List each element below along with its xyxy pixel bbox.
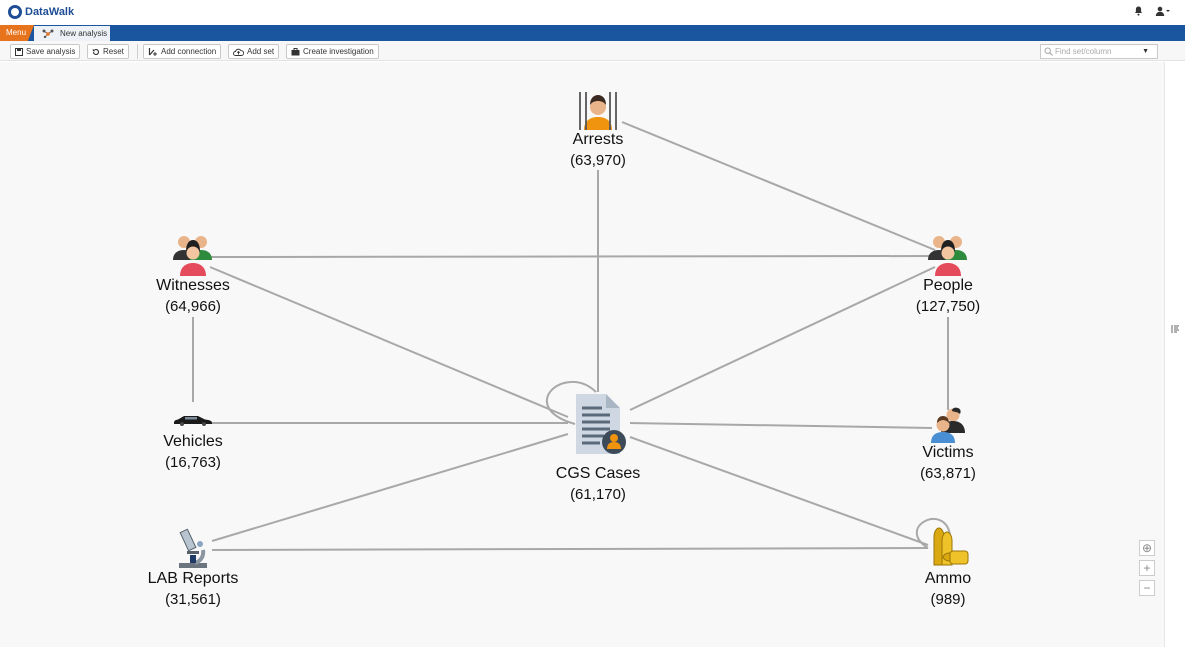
node-vehicles[interactable]: Vehicles (16,763) <box>123 414 263 474</box>
node-cgs-cases[interactable]: CGS Cases (61,170) <box>528 392 668 506</box>
victims-icon <box>931 407 965 443</box>
add-set-button[interactable]: Add set <box>228 44 280 59</box>
people-group-icon <box>173 236 212 276</box>
node-lab-reports[interactable]: LAB Reports (31,561) <box>123 527 263 611</box>
node-people-label: People <box>923 277 973 294</box>
node-arrests-label: Arrests <box>572 131 624 148</box>
node-victims-count: (63,871) <box>920 465 976 482</box>
zoom-out-button[interactable]: − <box>1139 580 1155 596</box>
node-ammo-label: Ammo <box>924 570 972 587</box>
edge-arrests-people[interactable] <box>621 121 936 251</box>
people-group-icon <box>928 236 967 276</box>
node-lab-reports-count: (31,561) <box>165 591 221 608</box>
node-people-count: (127,750) <box>915 298 981 315</box>
search-icon <box>1044 47 1053 56</box>
search-placeholder: Find set/column <box>1055 47 1112 56</box>
app-name: DataWalk <box>25 6 75 18</box>
node-victims[interactable]: Victims (63,871) <box>878 407 1018 485</box>
create-investigation-label: Create investigation <box>303 47 374 56</box>
node-arrests[interactable]: Arrests (63,970) <box>528 90 668 172</box>
top-bar: DataWalk <box>0 0 1185 25</box>
save-icon <box>15 47 23 56</box>
minus-icon: − <box>1143 581 1151 595</box>
toolbar: Save analysis Reset Add connection Add s… <box>0 41 1185 61</box>
add-connection-button[interactable]: Add connection <box>143 44 222 59</box>
add-connection-label: Add connection <box>161 47 217 56</box>
edge-witnesses-cases[interactable] <box>209 266 569 418</box>
recenter-button[interactable]: ⊕ <box>1139 540 1155 556</box>
reset-icon <box>92 48 99 55</box>
node-cgs-cases-count: (61,170) <box>570 486 626 503</box>
node-vehicles-count: (16,763) <box>165 454 221 471</box>
reset-button[interactable]: Reset <box>87 44 129 59</box>
toolbar-divider <box>137 44 138 59</box>
zoom-in-button[interactable]: + <box>1139 560 1155 576</box>
node-ammo[interactable]: Ammo (989) <box>878 527 1018 611</box>
prisoner-icon <box>579 92 617 130</box>
plus-icon: + <box>1143 561 1151 575</box>
tab-new-analysis[interactable]: New analysis <box>34 26 110 41</box>
analysis-graph-icon <box>42 29 54 38</box>
panel-toggle-icon[interactable] <box>1171 324 1180 334</box>
edge-lab-ammo[interactable] <box>211 547 929 551</box>
user-menu-icon[interactable] <box>1155 6 1171 16</box>
case-document-icon <box>576 394 626 454</box>
right-side-panel <box>1164 62 1185 647</box>
tab-new-analysis-label: New analysis <box>60 29 108 38</box>
create-investigation-button[interactable]: Create investigation <box>286 44 379 59</box>
edge-witnesses-people[interactable] <box>209 255 936 258</box>
node-cgs-cases-label: CGS Cases <box>555 465 641 482</box>
edge-cases-lab[interactable] <box>211 433 569 542</box>
car-icon <box>174 416 212 426</box>
node-witnesses-count: (64,966) <box>165 298 221 315</box>
chevron-down-icon[interactable]: ▼ <box>1142 45 1149 58</box>
save-analysis-button[interactable]: Save analysis <box>10 44 81 59</box>
recenter-icon: ⊕ <box>1141 541 1153 555</box>
find-set-search[interactable]: Find set/column ▼ <box>1040 44 1158 59</box>
briefcase-icon <box>291 47 300 55</box>
node-victims-label: Victims <box>922 444 974 461</box>
reset-label: Reset <box>103 47 124 56</box>
add-connection-icon <box>148 48 157 56</box>
node-ammo-count: (989) <box>930 591 966 608</box>
datawalk-logo-icon <box>8 5 22 19</box>
app-logo[interactable]: DataWalk <box>8 5 74 19</box>
node-witnesses-label: Witnesses <box>156 277 230 294</box>
node-people[interactable]: People (127,750) <box>878 234 1018 318</box>
save-analysis-label: Save analysis <box>26 47 76 56</box>
graph-canvas[interactable]: Arrests (63,970) Witnesses (64,966) Peop… <box>0 62 1164 647</box>
menu-tab[interactable]: Menu <box>0 25 34 41</box>
node-vehicles-label: Vehicles <box>163 433 223 450</box>
node-arrests-count: (63,970) <box>570 152 626 169</box>
node-lab-reports-label: LAB Reports <box>147 570 239 587</box>
notifications-bell-icon[interactable] <box>1134 6 1143 16</box>
add-set-label: Add set <box>247 47 275 56</box>
node-witnesses[interactable]: Witnesses (64,966) <box>123 234 263 318</box>
tab-bar: Menu New analysis <box>0 25 1185 41</box>
ammo-icon <box>933 527 969 566</box>
cloud-upload-icon <box>233 48 244 56</box>
microscope-icon <box>179 528 207 568</box>
